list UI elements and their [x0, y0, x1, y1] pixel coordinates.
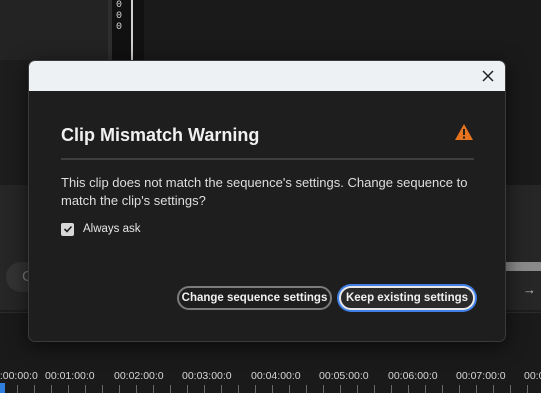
- scrollbar-thumb[interactable]: [505, 262, 541, 271]
- playhead[interactable]: [0, 383, 5, 393]
- ruler-label: 00:02:00:0: [114, 370, 164, 382]
- ruler-label: 00:01:00:0: [45, 370, 95, 382]
- ruler-label: 00:0: [524, 370, 541, 382]
- ruler-ticks: [0, 385, 541, 393]
- dialog-title: Clip Mismatch Warning: [61, 125, 260, 145]
- warning-icon: [455, 124, 473, 140]
- ruler-label: 00:05:00:0: [319, 370, 369, 382]
- checkmark-icon: [63, 225, 72, 233]
- timeline-ruler: 0:00:00:0 00:01:00:0 00:02:00:0 00:03:00…: [0, 370, 541, 382]
- change-sequence-settings-button[interactable]: Change sequence settings: [177, 286, 332, 310]
- always-ask-checkbox[interactable]: [61, 222, 74, 236]
- title-divider: [61, 158, 474, 160]
- always-ask-row[interactable]: Always ask: [61, 221, 141, 237]
- meter-value: 0: [116, 0, 123, 11]
- dialog-message: This clip does not match the sequence's …: [61, 175, 468, 208]
- dialog-titlebar[interactable]: [29, 61, 505, 91]
- app-window: 0 0 0 C → 0:00:00:0 00:01:00:0 00:02:00:…: [0, 0, 541, 393]
- meter-bar: [131, 0, 133, 62]
- clip-mismatch-dialog: Clip Mismatch Warning This clip does not…: [28, 60, 506, 342]
- meter-value: 0: [116, 22, 123, 33]
- ruler-label: 00:03:00:0: [182, 370, 232, 382]
- ruler-label: 00:04:00:0: [251, 370, 301, 382]
- always-ask-label: Always ask: [83, 223, 141, 235]
- meter-values: 0 0 0: [116, 0, 122, 33]
- meter-value: 0: [116, 11, 123, 22]
- close-button[interactable]: [478, 66, 498, 86]
- ruler-label: 00:06:00:0: [388, 370, 438, 382]
- ruler-label: 0:00:00:0: [0, 370, 38, 382]
- ruler-label: 00:07:00:0: [456, 370, 506, 382]
- keep-existing-settings-button[interactable]: Keep existing settings: [339, 286, 475, 310]
- source-panel: [0, 0, 108, 60]
- arrow-right-icon[interactable]: →: [523, 282, 536, 297]
- close-icon: [482, 70, 494, 82]
